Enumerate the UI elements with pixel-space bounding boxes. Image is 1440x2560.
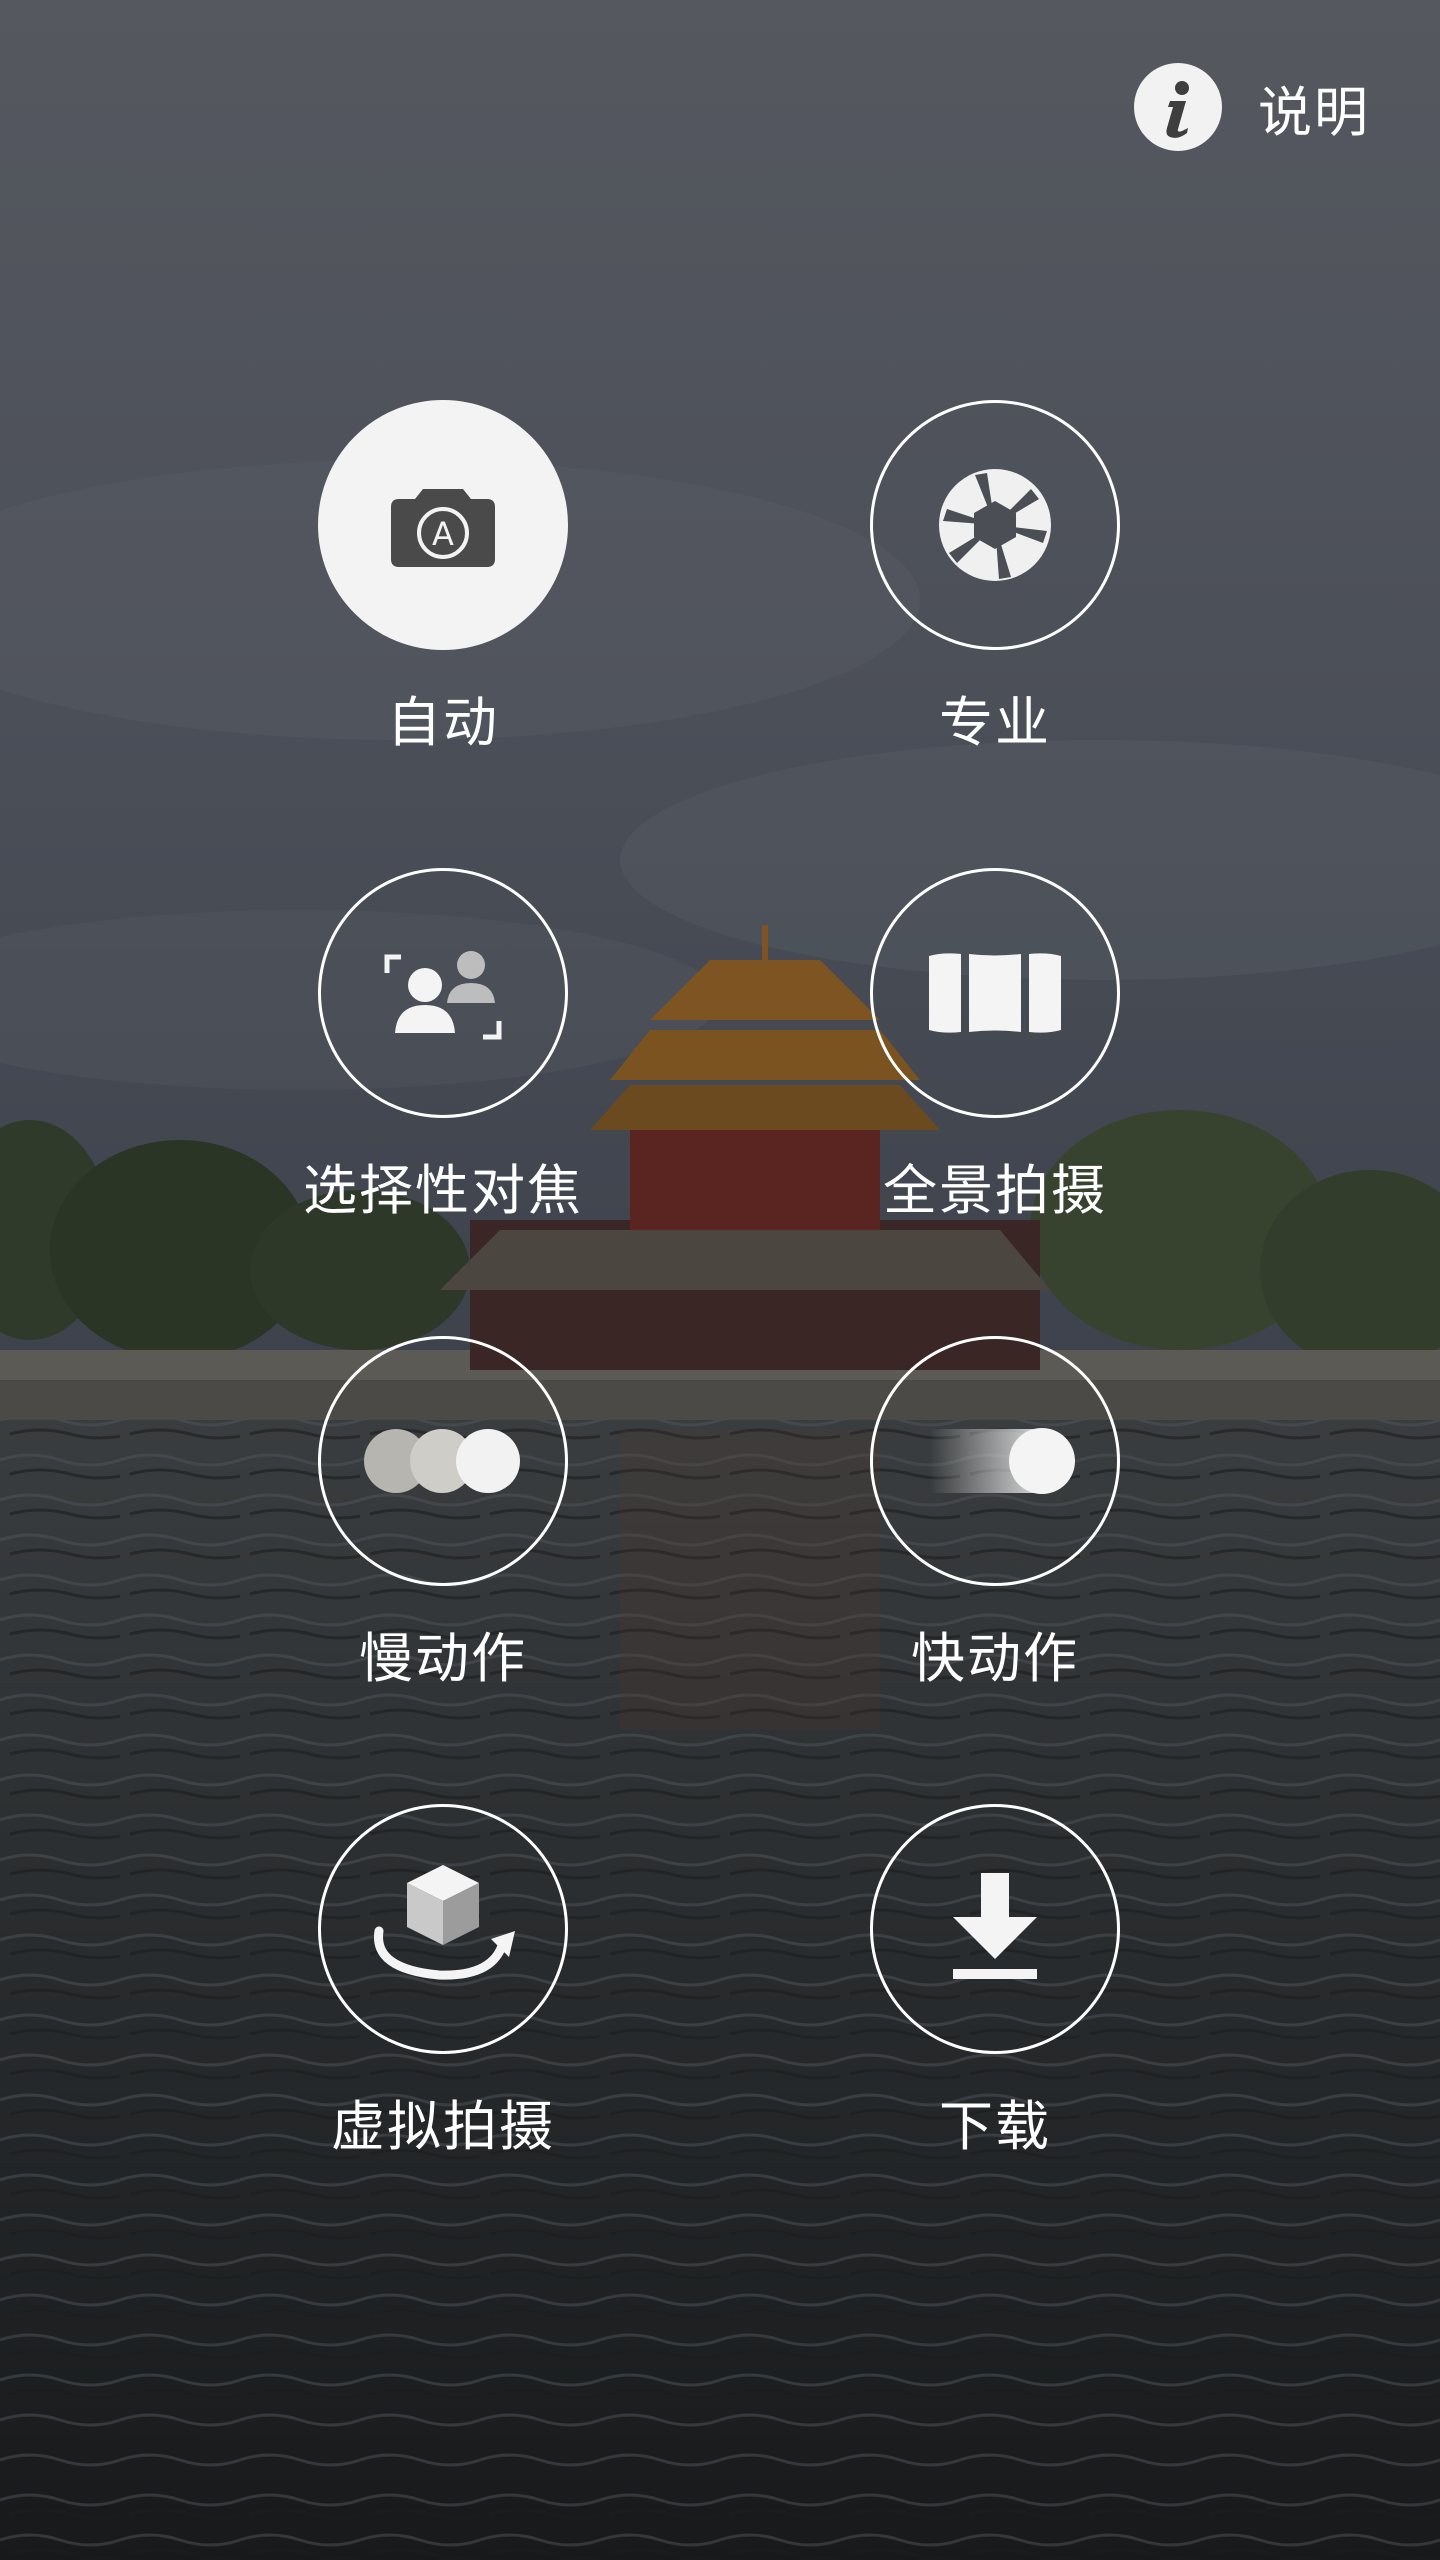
mode-panorama-circle: [870, 868, 1120, 1118]
mode-selective-focus-circle: [318, 868, 568, 1118]
background-photo: [0, 0, 1440, 2560]
mode-label: 慢动作: [359, 1627, 527, 1690]
mode-label: 虚拟拍摄: [331, 2095, 555, 2158]
mode-auto-circle: A: [318, 400, 568, 650]
mode-label: 下载: [939, 2095, 1051, 2158]
aperture-icon: [939, 469, 1051, 581]
mode-pro-circle: [870, 400, 1120, 650]
hyperlapse-icon: [930, 1428, 1075, 1494]
mode-hyperlapse[interactable]: 快动作: [785, 1336, 1205, 1756]
info-icon: [1134, 63, 1222, 151]
mode-label: 快动作: [911, 1627, 1079, 1690]
mode-auto[interactable]: A 自动: [233, 400, 653, 820]
selective-focus-icon: [384, 951, 502, 1040]
mode-label: 自动: [387, 691, 499, 754]
mode-download-circle: [870, 1804, 1120, 2054]
mode-virtual-shot[interactable]: 虚拟拍摄: [233, 1804, 653, 2224]
mode-label: 选择性对焦: [303, 1159, 583, 1222]
virtual-shot-icon: [374, 1865, 515, 1980]
mode-label: 专业: [939, 691, 1051, 754]
mode-panorama[interactable]: 全景拍摄: [785, 868, 1205, 1288]
svg-text:A: A: [432, 515, 454, 553]
panorama-icon: [929, 953, 1061, 1033]
mode-download[interactable]: 下载: [785, 1804, 1205, 2224]
mode-pro[interactable]: 专业: [785, 400, 1205, 820]
mode-slow-motion-circle: [318, 1336, 568, 1586]
mode-virtual-shot-circle: [318, 1804, 568, 2054]
mode-label: 全景拍摄: [883, 1159, 1107, 1222]
mode-selective-focus[interactable]: 选择性对焦: [233, 868, 653, 1288]
mode-slow-motion[interactable]: 慢动作: [233, 1336, 653, 1756]
camera-mode-screen: 说明 A 自动 专业 选择性对焦 全景拍摄 慢动作 快动作 虚拟拍摄 下载: [0, 0, 1440, 2560]
help-button[interactable]: 说明: [1134, 62, 1370, 152]
mode-hyperlapse-circle: [870, 1336, 1120, 1586]
auto-camera-icon: A: [391, 489, 495, 567]
slow-motion-icon: [364, 1429, 520, 1493]
download-icon: [953, 1873, 1037, 1979]
help-label: 说明: [1258, 80, 1370, 144]
